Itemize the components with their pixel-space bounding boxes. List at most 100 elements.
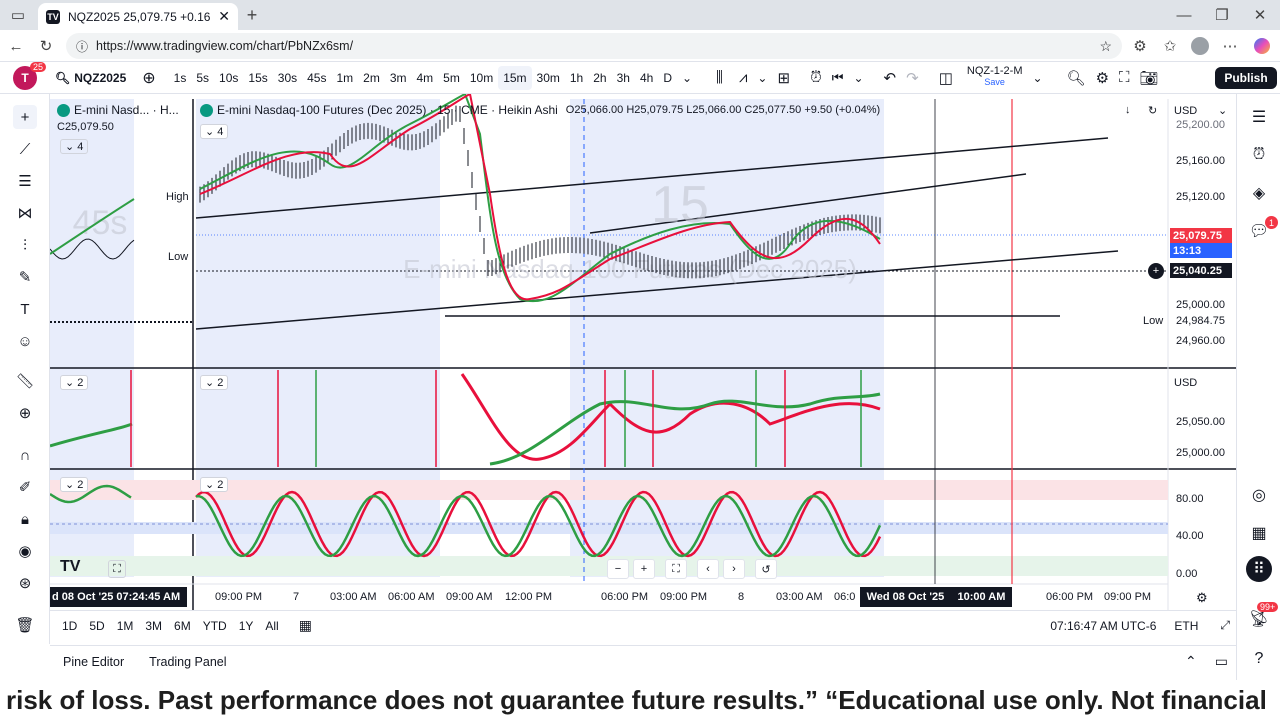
interval-3m[interactable]: 3m xyxy=(385,66,412,90)
interval-15m[interactable]: 15m xyxy=(498,65,532,90)
minimize-icon[interactable]: — xyxy=(1172,3,1196,27)
indicators-dropdown-icon[interactable]: ⌄ xyxy=(752,66,772,90)
back-icon[interactable]: ← xyxy=(4,34,28,58)
replay-dropdown-icon[interactable]: ⌄ xyxy=(848,66,868,90)
close-window-icon[interactable]: ✕ xyxy=(1248,3,1272,27)
text-icon[interactable]: T xyxy=(13,297,37,321)
interval-1h[interactable]: 1h xyxy=(565,66,588,90)
range-ytd[interactable]: YTD xyxy=(197,619,233,633)
scroll-down-icon[interactable]: ↓ xyxy=(1125,104,1131,116)
interval-1m[interactable]: 1m xyxy=(331,66,358,90)
compare-symbol-icon[interactable]: ⊕ xyxy=(137,66,160,90)
left-collapse-toggle[interactable]: ⌄ 4 xyxy=(60,139,89,154)
layout-dropdown-icon[interactable]: ⌄ xyxy=(1027,66,1047,90)
layout-icon[interactable]: ◫ xyxy=(934,66,958,90)
currency-dropdown-icon[interactable]: ⌄ xyxy=(1218,104,1227,117)
quick-search-icon[interactable]: 🔍︎ xyxy=(1062,66,1091,90)
range-1d[interactable]: 1D xyxy=(56,619,83,633)
reset-chart-icon[interactable]: ↺ xyxy=(755,559,777,579)
emoji-icon[interactable]: ☺ xyxy=(13,329,37,353)
magnet-icon[interactable]: ∩ xyxy=(13,443,37,467)
watchlist-icon[interactable]: ☰ xyxy=(1246,104,1272,130)
symbol-search[interactable]: 🔍︎ NQZ2025 xyxy=(50,66,131,90)
range-6m[interactable]: 6M xyxy=(168,619,197,633)
stay-drawing-icon[interactable]: ✐ xyxy=(13,475,37,499)
new-tab-icon[interactable]: + xyxy=(240,3,264,27)
target-icon[interactable]: ◎ xyxy=(1246,482,1272,508)
favorites-icon[interactable]: ✩ xyxy=(1158,34,1182,58)
maximize-chart-icon[interactable]: ⤢ xyxy=(1214,618,1236,633)
refresh-icon[interactable]: ↻ xyxy=(1148,104,1157,117)
user-menu[interactable]: T 25 xyxy=(0,61,50,90)
lock-icon[interactable]: 🔒︎ xyxy=(13,507,37,531)
left-sub1-toggle[interactable]: ⌄ 2 xyxy=(60,375,89,390)
interval-5s[interactable]: 5s xyxy=(191,66,214,90)
more-menu-icon[interactable]: ⋯ xyxy=(1218,34,1242,58)
interval-45s[interactable]: 45s xyxy=(302,66,331,90)
range-1y[interactable]: 1Y xyxy=(233,619,260,633)
pattern-icon[interactable]: ⋈ xyxy=(13,201,37,225)
price-axis-currency[interactable]: USD xyxy=(1174,105,1197,117)
scroll-left-icon[interactable]: ‹ xyxy=(697,559,719,579)
ruler-icon[interactable]: 📏︎ xyxy=(13,369,37,393)
bar-style-icon[interactable]: ⫼ xyxy=(711,66,728,90)
left-pane-legend[interactable]: E-mini Nasd... · H... xyxy=(57,103,179,117)
left-sub2-toggle[interactable]: ⌄ 2 xyxy=(60,477,89,492)
pine-editor-tab[interactable]: Pine Editor xyxy=(63,655,124,669)
interval-30m[interactable]: 30m xyxy=(532,66,565,90)
interval-3h[interactable]: 3h xyxy=(612,66,635,90)
tab-actions-icon[interactable]: ▭ xyxy=(6,3,30,27)
range-5d[interactable]: 5D xyxy=(83,619,110,633)
session-toggle[interactable]: ETH xyxy=(1168,619,1204,633)
range-3m[interactable]: 3M xyxy=(139,619,168,633)
zoom-in-icon[interactable]: ⊕ xyxy=(13,401,37,425)
interval-30s[interactable]: 30s xyxy=(273,66,302,90)
scroll-right-icon[interactable]: › xyxy=(723,559,745,579)
interval-2m[interactable]: 2m xyxy=(358,66,385,90)
collapse-panel-icon[interactable]: ⌃ xyxy=(1185,653,1197,670)
object-tree-icon[interactable]: ⊛ xyxy=(13,571,37,595)
settings-gear-icon[interactable]: ⚙ xyxy=(1091,66,1114,90)
alerts-clock-icon[interactable]: ⏰︎ xyxy=(1246,142,1272,168)
fib-retracement-icon[interactable]: ☰ xyxy=(13,169,37,193)
maximize-panel-icon[interactable]: ▭ xyxy=(1215,653,1228,670)
trend-line-icon[interactable]: ⟋ xyxy=(13,137,37,161)
add-alert-plus-icon[interactable]: + xyxy=(1148,263,1164,279)
restore-icon[interactable]: ❐ xyxy=(1210,3,1234,27)
range-1m[interactable]: 1M xyxy=(111,619,140,633)
interval-2h[interactable]: 2h xyxy=(588,66,611,90)
interval-1s[interactable]: 1s xyxy=(169,66,192,90)
chart-area[interactable]: 15 E-mini Nasdaq-100 Futures (Dec 2025) … xyxy=(50,94,1236,610)
zoom-out-icon[interactable]: − xyxy=(607,559,629,579)
help-icon[interactable]: ? xyxy=(1246,646,1272,672)
undo-icon[interactable]: ↶ xyxy=(879,66,902,90)
publish-button[interactable]: Publish xyxy=(1215,67,1277,89)
interval-D[interactable]: D xyxy=(658,66,677,90)
main-collapse-toggle[interactable]: ⌄ 4 xyxy=(200,124,229,139)
left-fullscreen-icon[interactable]: ⛶ xyxy=(108,560,126,578)
interval-dropdown-icon[interactable]: ⌄ xyxy=(677,66,697,90)
brush-icon[interactable]: ✎ xyxy=(13,265,37,289)
favorite-star-icon[interactable]: ☆ xyxy=(1099,38,1112,55)
hide-eye-icon[interactable]: ◉ xyxy=(13,539,37,563)
crosshair-icon[interactable]: + xyxy=(13,105,37,129)
replay-icon[interactable]: ⏮ xyxy=(827,66,849,90)
redo-icon[interactable]: ↷ xyxy=(901,66,924,90)
trading-panel-tab[interactable]: Trading Panel xyxy=(149,655,226,669)
copilot-icon[interactable] xyxy=(1250,34,1274,58)
prediction-icon[interactable]: ⫶ xyxy=(13,233,37,257)
interval-4m[interactable]: 4m xyxy=(412,66,439,90)
alert-icon[interactable]: ⏰︎ xyxy=(805,66,827,90)
url-field[interactable]: ⓘ https://www.tradingview.com/chart/PbNZ… xyxy=(66,33,1122,59)
site-info-icon[interactable]: ⓘ xyxy=(76,38,88,55)
trash-icon[interactable]: 🗑︎ xyxy=(13,613,37,637)
interval-15s[interactable]: 15s xyxy=(243,66,272,90)
main-sub2-toggle[interactable]: ⌄ 2 xyxy=(200,477,229,492)
interval-10m[interactable]: 10m xyxy=(465,66,498,90)
close-tab-icon[interactable]: ✕ xyxy=(218,8,230,25)
layers-icon[interactable]: ◈ xyxy=(1246,180,1272,206)
zoom-in-nav-icon[interactable]: + xyxy=(633,559,655,579)
extension-icon[interactable]: ⚙ xyxy=(1128,34,1152,58)
browser-tab[interactable]: TV NQZ2025 25,079.75 +0.16% N ✕ xyxy=(38,3,238,30)
layout-name[interactable]: NQZ-1-2-M Save xyxy=(962,65,1028,90)
